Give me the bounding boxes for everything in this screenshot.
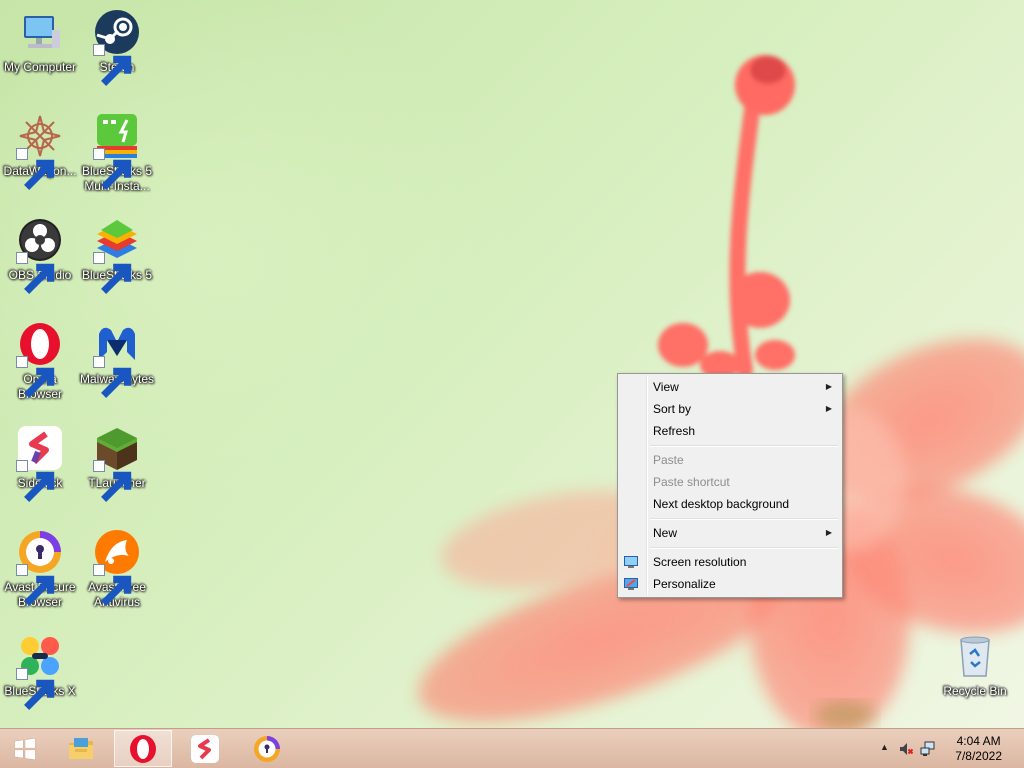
desktop-icon-label: My Computer	[3, 60, 77, 74]
shortcut-arrow-icon	[93, 252, 132, 294]
shortcut-arrow-icon	[16, 252, 55, 294]
obs-icon	[16, 216, 64, 294]
shortcut-arrow-icon	[16, 460, 55, 502]
avast-antivirus-icon	[93, 528, 141, 606]
shortcut-arrow-icon	[16, 356, 55, 398]
menu-item-label: Paste	[653, 453, 684, 467]
menu-item-label: Screen resolution	[653, 555, 747, 569]
menu-item-new[interactable]: New ▶	[620, 522, 840, 544]
desktop-icon-tlauncher[interactable]: TLauncher	[77, 418, 157, 514]
start-button[interactable]	[0, 730, 50, 767]
taskbar-opera[interactable]	[114, 730, 172, 767]
clock[interactable]: 4:04 AM 7/8/2022	[955, 734, 1002, 764]
clock-date: 7/8/2022	[955, 749, 1002, 763]
bluestacks-multi-icon	[93, 112, 141, 190]
menu-item-label: View	[653, 380, 679, 394]
avast-secure-browser-icon	[254, 735, 280, 762]
menu-separator	[620, 515, 840, 522]
desktop-icon-bluestacks-5[interactable]: BlueStacks 5	[77, 210, 157, 306]
menu-item-label: Personalize	[653, 577, 716, 591]
menu-item-sort-by[interactable]: Sort by ▶	[620, 398, 840, 420]
sidekick-icon	[191, 734, 219, 763]
clock-time: 4:04 AM	[956, 734, 1001, 748]
desktop-icon-avast-secure-browser[interactable]: Avast Secure Browser	[0, 522, 80, 618]
desktop-icon-datawagon[interactable]: DataWagon...	[0, 106, 80, 202]
desktop-icon-obs-studio[interactable]: OBS Studio	[0, 210, 80, 306]
avast-secure-browser-icon	[16, 528, 64, 606]
taskbar-file-explorer[interactable]	[52, 730, 110, 767]
shortcut-arrow-icon	[16, 564, 55, 606]
show-hidden-icons-icon[interactable]: ▲	[880, 742, 889, 752]
personalize-icon	[624, 578, 638, 590]
taskbar-avast-secure-browser[interactable]	[238, 730, 296, 767]
desktop-icon-label: Recycle Bin	[943, 684, 1007, 698]
desktop[interactable]: My Computer DataWagon... OBS Studio Oper…	[0, 0, 1024, 728]
desktop-context-menu: View ▶ Sort by ▶ Refresh Paste Paste sho…	[617, 373, 843, 598]
windows-start-icon	[14, 737, 36, 760]
submenu-arrow-icon: ▶	[825, 404, 832, 413]
bluestacks-icon	[93, 216, 141, 294]
taskbar-sidekick[interactable]	[176, 730, 234, 767]
steam-icon	[93, 8, 141, 86]
menu-item-view[interactable]: View ▶	[620, 376, 840, 398]
shortcut-arrow-icon	[93, 356, 132, 398]
malwarebytes-icon	[93, 320, 141, 398]
shortcut-arrow-icon	[93, 44, 132, 86]
desktop-icon-my-computer[interactable]: My Computer	[0, 2, 80, 98]
desktop-icon-recycle-bin[interactable]: Recycle Bin	[935, 626, 1015, 722]
system-tray: ▲ 4:04 AM 7/8/2022	[864, 729, 1024, 768]
menu-item-refresh[interactable]: Refresh	[620, 420, 840, 442]
desktop-icon-opera[interactable]: Opera Browser	[0, 314, 80, 410]
desktop-icon-bluestacks-multi[interactable]: BlueStacks 5 Multi-Insta...	[77, 106, 157, 202]
computer-icon	[16, 8, 64, 56]
menu-separator	[620, 442, 840, 449]
volume-muted-icon[interactable]	[898, 741, 914, 757]
shortcut-arrow-icon	[16, 668, 55, 710]
menu-item-label: Sort by	[653, 402, 692, 416]
shortcut-arrow-icon	[93, 564, 132, 606]
desktop-icon-malwarebytes[interactable]: Malwarebytes	[77, 314, 157, 410]
taskbar: ▲ 4:04 AM 7/8/2022	[0, 728, 1024, 768]
recycle-bin-icon	[951, 632, 999, 680]
opera-icon	[130, 734, 156, 763]
menu-item-next-desktop-background[interactable]: Next desktop background	[620, 493, 840, 515]
file-explorer-icon	[69, 737, 93, 759]
shortcut-arrow-icon	[16, 148, 55, 190]
menu-item-label: Paste shortcut	[653, 475, 730, 489]
menu-item-label: Next desktop background	[653, 497, 790, 511]
menu-item-paste: Paste	[620, 449, 840, 471]
menu-item-screen-resolution[interactable]: Screen resolution	[620, 551, 840, 573]
menu-item-label: New	[653, 526, 678, 540]
desktop-icon-sidekick[interactable]: Sidekick	[0, 418, 80, 514]
sidekick-icon	[16, 424, 64, 502]
menu-separator	[620, 544, 840, 551]
desktop-icon-steam[interactable]: Steam	[77, 2, 157, 98]
datawagon-icon	[16, 112, 64, 190]
shortcut-arrow-icon	[93, 460, 132, 502]
tlauncher-icon	[93, 424, 141, 502]
desktop-icon-avast-antivirus[interactable]: Avast Free Antivirus	[77, 522, 157, 618]
menu-item-label: Refresh	[653, 424, 696, 438]
submenu-arrow-icon: ▶	[825, 528, 832, 537]
shortcut-arrow-icon	[93, 148, 132, 190]
menu-item-paste-shortcut: Paste shortcut	[620, 471, 840, 493]
bluestacks-x-icon	[16, 632, 64, 710]
opera-icon	[16, 320, 64, 398]
submenu-arrow-icon: ▶	[825, 382, 832, 391]
desktop-icon-bluestacks-x[interactable]: BlueStacks X	[0, 626, 80, 722]
menu-item-personalize[interactable]: Personalize	[620, 573, 840, 595]
monitor-icon	[624, 556, 638, 568]
network-icon[interactable]	[920, 741, 936, 757]
